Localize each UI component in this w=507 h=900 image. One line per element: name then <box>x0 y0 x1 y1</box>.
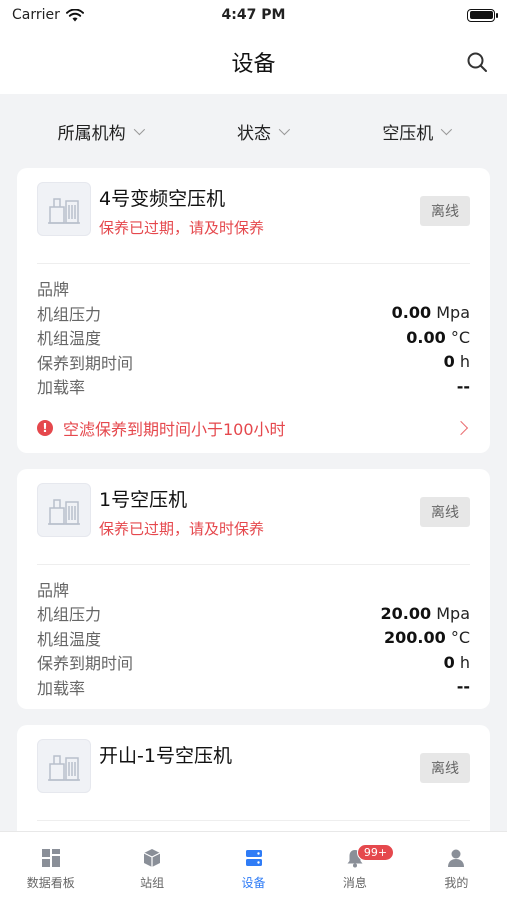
device-name: 4号变频空压机 <box>99 188 226 210</box>
metric-value: -- <box>456 376 470 396</box>
metric-value: 0 <box>443 352 455 372</box>
metric-unit: h <box>459 652 470 672</box>
metric-row-pressure: 机组压力 0.00 Mpa <box>37 301 470 326</box>
metric-row-pressure: 机组压力 20.00 Mpa <box>37 601 470 626</box>
metric-label: 加载率 <box>37 378 86 398</box>
tab-label: 站组 <box>140 876 165 890</box>
metric-row-maintenance: 保养到期时间 0 h <box>37 350 470 375</box>
nav-bar: 设备 <box>0 30 507 94</box>
metric-row-brand: 品牌 <box>37 577 470 602</box>
metric-label: 保养到期时间 <box>37 654 134 674</box>
filter-label: 状态 <box>236 123 271 144</box>
tab-devices[interactable]: 设备 <box>203 832 304 900</box>
device-card[interactable]: 4号变频空压机 保养已过期，请及时保养 离线 品牌 机组压力 0.00 Mpa 机… <box>17 168 490 453</box>
device-card-header: 4号变频空压机 保养已过期，请及时保养 离线 <box>37 182 470 264</box>
device-name: 开山-1号空压机 <box>99 745 232 767</box>
metric-row-load-rate: 加载率 -- <box>37 374 470 399</box>
filter-device-type[interactable]: 空压机 <box>382 119 453 144</box>
metric-label: 机组压力 <box>37 304 102 324</box>
battery-icon <box>467 8 498 22</box>
metric-value: 0.00 <box>406 327 446 347</box>
tab-label: 消息 <box>342 876 367 890</box>
carrier-label: Carrier <box>12 7 60 23</box>
metric-row-brand: 品牌 <box>37 276 470 301</box>
device-metrics: 品牌 <box>37 821 470 831</box>
metric-value: 0.00 <box>391 303 432 323</box>
device-card-header: 1号空压机 保养已过期，请及时保养 离线 <box>37 482 470 565</box>
metric-unit: h <box>459 352 470 372</box>
metric-row-maintenance: 保养到期时间 0 h <box>37 650 470 675</box>
device-metrics: 品牌 机组压力 0.00 Mpa 机组温度 0.00 °C 保养到期时间 0 h 加载… <box>37 264 470 399</box>
device-list[interactable]: 4号变频空压机 保养已过期，请及时保养 离线 品牌 机组压力 0.00 Mpa 机… <box>0 168 507 831</box>
user-icon <box>448 849 465 867</box>
device-metrics: 品牌 机组压力 20.00 Mpa 机组温度 200.00 °C 保养到期时间 0 h… <box>37 565 470 700</box>
metric-value: -- <box>456 677 470 697</box>
metric-value: 20.00 <box>380 603 432 623</box>
tab-station-group[interactable]: 站组 <box>101 832 202 900</box>
filter-bar: 所属机构 状态 空压机 <box>0 94 507 168</box>
maintenance-warning: 保养已过期，请及时保养 <box>99 219 265 237</box>
filter-status[interactable]: 状态 <box>236 119 291 144</box>
notification-badge: 99+ <box>356 844 395 861</box>
dashboard-icon <box>41 849 60 867</box>
device-card[interactable]: 1号空压机 保养已过期，请及时保养 离线 品牌 机组压力 20.00 Mpa 机组… <box>17 468 490 709</box>
metric-unit: °C <box>450 628 470 648</box>
device-icon <box>245 850 262 866</box>
chevron-down-icon <box>133 123 145 136</box>
filter-label: 空压机 <box>382 123 434 144</box>
device-card-header: 开山-1号空压机 离线 <box>37 739 470 821</box>
metric-unit: °C <box>450 327 470 347</box>
maintenance-warning: 保养已过期，请及时保养 <box>99 519 265 538</box>
tab-profile[interactable]: 我的 <box>406 832 507 900</box>
status-badge: 离线 <box>420 496 470 527</box>
filter-organization[interactable]: 所属机构 <box>57 119 145 144</box>
device-card[interactable]: 开山-1号空压机 离线 品牌 <box>17 725 490 831</box>
metric-label: 保养到期时间 <box>37 353 134 373</box>
metric-label: 加载率 <box>37 678 86 698</box>
metric-value: 200.00 <box>383 628 446 648</box>
filter-label: 所属机构 <box>57 123 126 144</box>
status-badge: 离线 <box>420 196 470 226</box>
cube-icon <box>143 849 161 867</box>
alert-text: 空滤保养到期时间小于100小时 <box>63 419 286 439</box>
metric-unit: Mpa <box>436 303 470 323</box>
metric-row-temperature: 机组温度 0.00 °C <box>37 325 470 350</box>
tab-messages[interactable]: 99+ 消息 <box>304 832 405 900</box>
carrier-group: Carrier <box>12 7 84 23</box>
compressor-thumbnail-icon <box>37 182 91 236</box>
alert-icon: ! <box>37 419 53 436</box>
tab-label: 设备 <box>241 876 266 890</box>
page-title: 设备 <box>231 52 276 77</box>
compressor-thumbnail-icon <box>37 482 91 537</box>
metric-row-load-rate: 加载率 -- <box>37 675 470 700</box>
chevron-down-icon <box>441 123 453 136</box>
chevron-down-icon <box>278 123 291 136</box>
metric-value: 0 <box>443 652 455 672</box>
metric-row-temperature: 机组温度 200.00 °C <box>37 626 470 651</box>
alert-row[interactable]: ! 空滤保养到期时间小于100小时 <box>37 413 470 443</box>
tab-dashboard[interactable]: 数据看板 <box>0 832 101 900</box>
tab-label: 我的 <box>444 876 469 890</box>
status-bar: Carrier 4:47 PM <box>0 0 507 30</box>
metric-label: 机组温度 <box>37 629 102 649</box>
tab-bar: 数据看板 站组 设备 99+ 消息 我的 <box>0 831 507 900</box>
metric-label: 品牌 <box>37 580 70 600</box>
metric-label: 机组压力 <box>37 605 102 625</box>
metric-label: 机组温度 <box>37 329 102 349</box>
metric-label: 品牌 <box>37 280 70 300</box>
search-icon[interactable] <box>465 50 489 74</box>
wifi-icon <box>65 8 84 21</box>
metric-unit: Mpa <box>436 603 470 623</box>
compressor-thumbnail-icon <box>37 739 91 793</box>
status-badge: 离线 <box>420 753 470 783</box>
tab-label: 数据看板 <box>26 876 75 890</box>
device-name: 1号空压机 <box>99 488 188 511</box>
chevron-right-icon <box>453 420 469 435</box>
